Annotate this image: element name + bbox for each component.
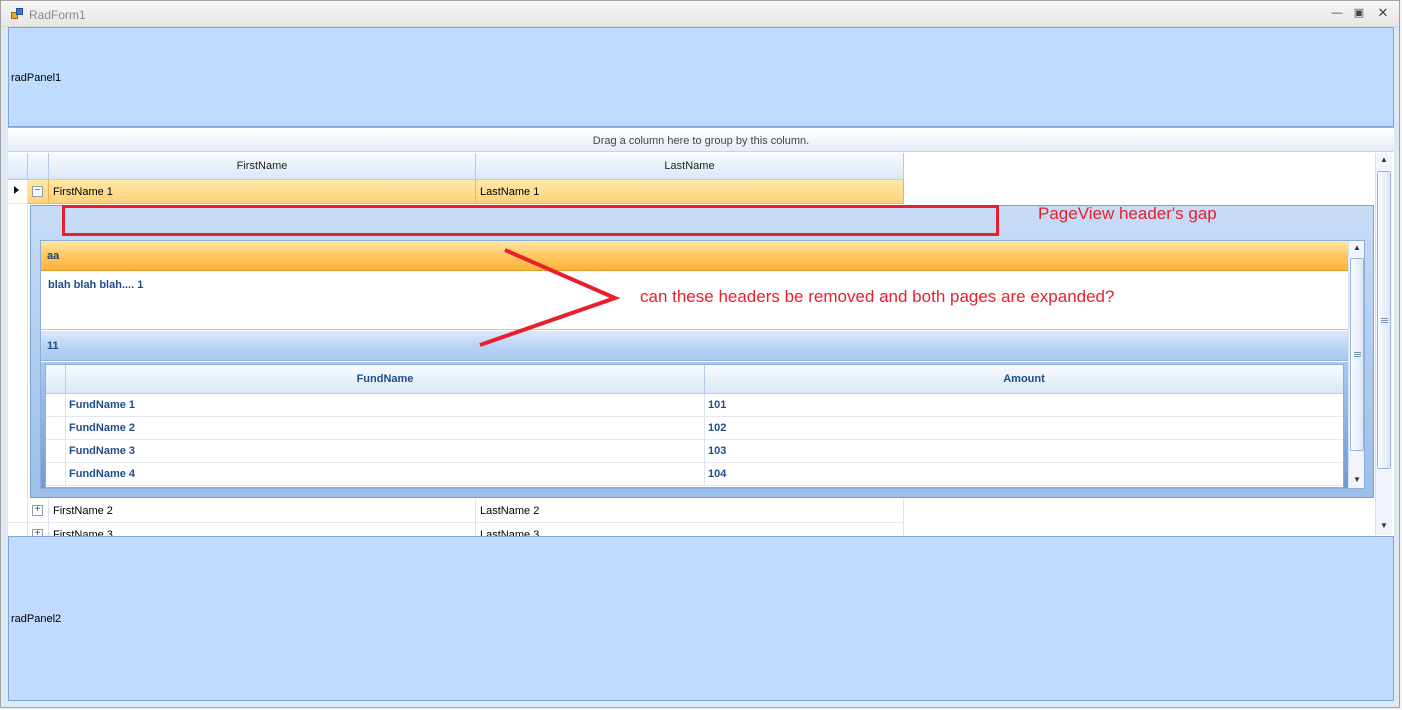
scroll-down-icon[interactable]: ▼ [1376,519,1392,533]
grid-scrollbar[interactable]: ▲ ▼ [1375,153,1392,535]
table-cell-amount[interactable]: 104 [705,463,1343,486]
expand-icon[interactable]: + [32,529,43,536]
row-indicator [8,523,28,536]
page-content-11: FundName Amount FundName 1 101 FundName … [41,362,1348,488]
scrollbar-thumb[interactable] [1350,258,1364,451]
column-header-lastname[interactable]: LastName [476,153,904,180]
page-content-text: blah blah blah.... 1 [48,279,144,291]
row-indicator [46,417,66,440]
table-cell-fundname[interactable]: FundName 2 [66,417,705,440]
master-grid[interactable]: Drag a column here to group by this colu… [8,127,1394,536]
bottom-panel: radPanel2 [8,536,1394,701]
table-cell-amount[interactable]: 103 [705,440,1343,463]
table-cell-amount[interactable]: 101 [705,394,1343,417]
bottom-panel-label: radPanel2 [11,613,62,625]
top-panel: radPanel1 [8,27,1394,127]
row-indicator [8,499,28,523]
row-indicator [46,440,66,463]
column-header-amount[interactable]: Amount [705,365,1343,394]
app-icon [11,8,24,20]
header-indicator-cell [8,153,28,180]
row-expander-cell[interactable]: + [28,523,49,536]
annotation-gap-label: PageView header's gap [1038,204,1217,223]
table-cell-lastname[interactable]: LastName 3 [476,523,904,536]
table-cell-lastname[interactable]: LastName 1 [476,180,904,204]
row-indicator [46,463,66,486]
collapse-icon[interactable]: − [32,186,43,197]
expand-icon[interactable]: + [32,505,43,516]
table-cell-firstname[interactable]: FirstName 3 [49,523,476,536]
main-window: RadForm1 — ▣ ✕ radPanel1 Drag a column h… [0,0,1400,708]
annotation-box [62,205,999,236]
scroll-up-icon[interactable]: ▲ [1376,153,1392,167]
header-expander-cell [28,153,49,180]
row-expander-cell[interactable]: − [28,180,49,204]
maximize-icon[interactable]: ▣ [1351,6,1367,22]
table-cell-lastname[interactable]: LastName 2 [476,499,904,523]
scroll-down-icon[interactable]: ▼ [1349,473,1364,487]
inner-header-indicator [46,365,66,394]
column-header-firstname[interactable]: FirstName [49,153,476,180]
current-row-arrow-icon [14,186,19,194]
table-cell-firstname[interactable]: FirstName 1 [49,180,476,204]
page-view[interactable]: aa blah blah blah.... 1 11 FundName Amou… [40,240,1365,489]
table-cell-firstname[interactable]: FirstName 2 [49,499,476,523]
title-bar[interactable]: RadForm1 — ▣ ✕ [1,1,1399,27]
window-title: RadForm1 [29,8,86,22]
table-cell-fundname[interactable]: FundName 3 [66,440,705,463]
page-header-aa[interactable]: aa [41,241,1348,271]
fund-grid[interactable]: FundName Amount FundName 1 101 FundName … [45,364,1344,488]
row-expander-cell[interactable]: + [28,499,49,523]
table-cell-fundname[interactable]: FundName 1 [66,394,705,417]
minimize-icon[interactable]: — [1329,6,1345,22]
top-panel-label: radPanel1 [11,72,62,84]
scroll-up-icon[interactable]: ▲ [1349,241,1364,255]
column-header-fundname[interactable]: FundName [66,365,705,394]
close-icon[interactable]: ✕ [1375,6,1391,22]
page-view-scrollbar[interactable]: ▲ ▼ [1348,241,1364,488]
group-panel[interactable]: Drag a column here to group by this colu… [8,128,1394,152]
table-cell-fundname[interactable]: FundName 4 [66,463,705,486]
table-cell-amount[interactable]: 102 [705,417,1343,440]
annotation-question: can these headers be removed and both pa… [640,287,1115,306]
scrollbar-thumb[interactable] [1377,171,1391,469]
row-indicator [8,180,28,204]
detail-row-container: aa blah blah blah.... 1 11 FundName Amou… [30,205,1374,498]
page-header-11[interactable]: 11 [41,331,1348,361]
detail-indent [8,204,28,501]
row-indicator [46,394,66,417]
